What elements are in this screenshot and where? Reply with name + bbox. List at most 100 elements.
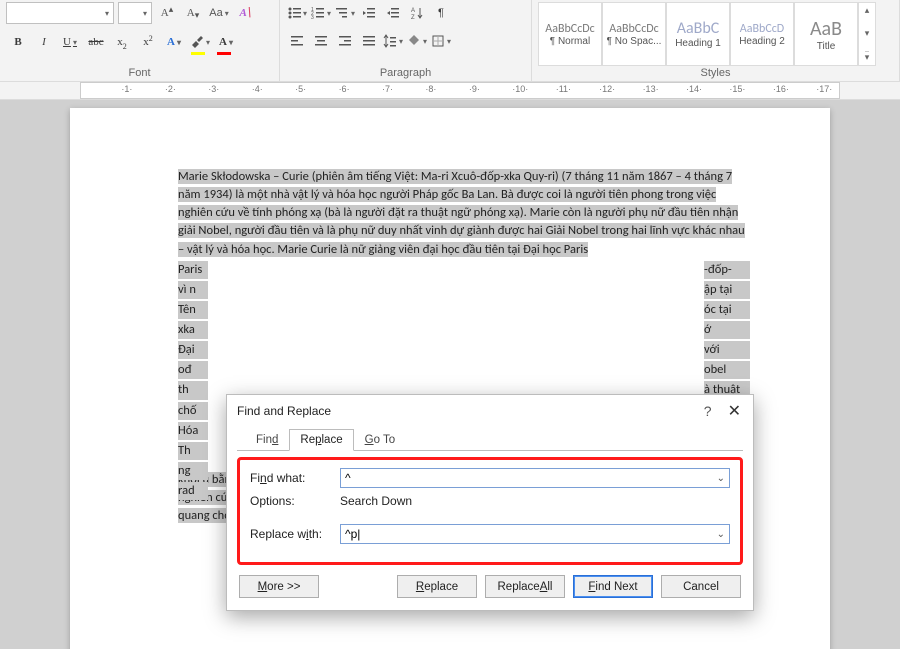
superscript-button[interactable]: x2 <box>136 30 160 54</box>
tab-find[interactable]: Find <box>245 429 289 451</box>
text-fragment: với <box>704 341 750 359</box>
decrease-indent-button[interactable] <box>358 2 380 24</box>
replace-all-button[interactable]: Replace All <box>485 575 565 598</box>
pilcrow-glyph: ¶ <box>438 7 444 19</box>
font-color-button[interactable]: A▾ <box>214 30 238 54</box>
ruler-scale: ·1··2··3··4··5··6··7··8··9··10··11··12··… <box>80 82 840 99</box>
replace-with-input[interactable]: ^p| ⌄ <box>340 524 730 544</box>
text-fragment: rad <box>178 482 208 500</box>
text-fragment: chố <box>178 402 208 420</box>
change-case-glyph: Aa <box>209 7 222 19</box>
increase-indent-button[interactable] <box>382 2 404 24</box>
change-case-button[interactable]: Aa▾ <box>208 2 230 24</box>
more-button[interactable]: More >> <box>239 575 319 598</box>
align-right-button[interactable] <box>334 30 356 52</box>
style-preview: AaBbC <box>677 19 720 38</box>
text-fragment: óc tại <box>704 301 750 319</box>
borders-button[interactable]: ▾ <box>430 30 452 52</box>
selected-text-1[interactable]: Marie Skłodowska – Curie (phiên âm tiếng… <box>178 169 745 257</box>
chevron-down-icon[interactable]: ⌄ <box>717 473 725 484</box>
tab-goto[interactable]: Go To <box>354 429 406 451</box>
font-size-combo[interactable]: ▾ <box>118 2 152 24</box>
text-fragment: Th <box>178 442 208 460</box>
strike-button[interactable]: abc <box>84 30 108 54</box>
line-spacing-button[interactable]: ▾ <box>382 30 404 52</box>
tab-replace[interactable]: Replace <box>289 429 353 451</box>
styles-gallery[interactable]: AaBbCcDc ¶ Normal AaBbCcDc ¶ No Spac... … <box>538 2 893 66</box>
shading-button[interactable]: ▾ <box>406 30 428 52</box>
ruler-tick: ·3· <box>208 84 219 94</box>
style-name: Heading 1 <box>675 38 721 49</box>
replace-with-value: ^p| <box>345 527 360 541</box>
text-fragment: ập tại <box>704 281 750 299</box>
shrink-font-glyph: A <box>187 7 195 19</box>
dialog-titlebar[interactable]: Find and Replace ? ✕ <box>227 395 753 427</box>
bullets-button[interactable]: ▾ <box>286 2 308 24</box>
style-heading-1[interactable]: AaBbC Heading 1 <box>666 2 730 66</box>
bold-button[interactable]: B <box>6 30 30 54</box>
svg-text:Z: Z <box>411 15 415 20</box>
underline-button[interactable]: U▾ <box>58 30 82 54</box>
italic-button[interactable]: I <box>32 30 56 54</box>
replace-with-label: Replace with: <box>250 527 334 541</box>
numbering-button[interactable]: 123▾ <box>310 2 332 24</box>
ruler-tick: ·5· <box>295 84 306 94</box>
highlight-icon <box>190 35 204 49</box>
font-family-combo[interactable]: ▾ <box>6 2 114 24</box>
sort-icon: AZ <box>410 6 424 20</box>
horizontal-ruler[interactable]: ·1··2··3··4··5··6··7··8··9··10··11··12··… <box>0 82 900 100</box>
style-title[interactable]: AaB Title <box>794 2 858 66</box>
document-area: Marie Skłodowska – Curie (phiên âm tiếng… <box>0 100 900 649</box>
styles-more-button[interactable]: ▴ ▾ ▾ <box>858 2 876 66</box>
italic-glyph: I <box>42 36 46 48</box>
text-fragment: vì n <box>178 281 208 299</box>
options-value: Search Down <box>340 494 412 508</box>
align-left-button[interactable] <box>286 30 308 52</box>
clear-formatting-button[interactable]: A⧹ <box>234 2 256 24</box>
ribbon-group-font: ▾ ▾ A▴ A▾ Aa▾ A⧹ B I U▾ abc x2 x2 A▾ <box>0 0 280 81</box>
dialog-help-button[interactable]: ? <box>700 403 716 419</box>
ruler-tick: ·17· <box>816 84 832 94</box>
find-next-button[interactable]: Find Next <box>573 575 653 598</box>
left-text-fragments: Parisvì nTênxkaĐạiođthchốHóaThngrad <box>178 261 208 503</box>
align-center-button[interactable] <box>310 30 332 52</box>
sort-button[interactable]: AZ <box>406 2 428 24</box>
strike-glyph: abc <box>88 36 103 48</box>
style-preview: AaBbCcD <box>740 22 784 36</box>
text-fragment: xka <box>178 321 208 339</box>
shading-icon <box>407 34 421 48</box>
ruler-tick: ·2· <box>165 84 176 94</box>
chevron-down-icon[interactable]: ⌄ <box>717 529 725 540</box>
text-fragment: -đốp- <box>704 261 750 279</box>
multilevel-icon <box>335 6 349 20</box>
text-fragment: ớ <box>704 321 750 339</box>
align-right-icon <box>338 34 352 48</box>
text-effects-button[interactable]: A▾ <box>162 30 186 54</box>
find-what-input[interactable]: ^ ⌄ <box>340 468 730 488</box>
shrink-font-button[interactable]: A▾ <box>182 2 204 24</box>
show-marks-button[interactable]: ¶ <box>430 2 452 24</box>
inc-indent-icon <box>386 6 400 20</box>
options-label: Options: <box>250 494 334 508</box>
style-preview: AaBbCcDc <box>545 22 594 36</box>
subscript-button[interactable]: x2 <box>110 30 134 54</box>
dialog-close-button[interactable]: ✕ <box>724 401 745 421</box>
replace-button[interactable]: Replace <box>397 575 477 598</box>
multilevel-button[interactable]: ▾ <box>334 2 356 24</box>
text-fragment: th <box>178 381 208 399</box>
ruler-tick: ·6· <box>339 84 350 94</box>
find-what-value: ^ <box>345 471 351 485</box>
style-name: ¶ No Spac... <box>607 36 662 47</box>
ribbon-group-paragraph: ▾ 123▾ ▾ AZ ¶ ▾ ▾ ▾ <box>280 0 532 81</box>
cancel-button[interactable]: Cancel <box>661 575 741 598</box>
grow-font-button[interactable]: A▴ <box>156 2 178 24</box>
justify-button[interactable] <box>358 30 380 52</box>
ruler-tick: ·11· <box>556 84 571 94</box>
ruler-tick: ·1· <box>121 84 132 94</box>
style-no-spacing[interactable]: AaBbCcDc ¶ No Spac... <box>602 2 666 66</box>
style-normal[interactable]: AaBbCcDc ¶ Normal <box>538 2 602 66</box>
highlight-button[interactable]: ▾ <box>188 30 212 54</box>
paragraph-group-label: Paragraph <box>280 67 531 79</box>
style-heading-2[interactable]: AaBbCcD Heading 2 <box>730 2 794 66</box>
ruler-tick: ·9· <box>469 84 480 94</box>
